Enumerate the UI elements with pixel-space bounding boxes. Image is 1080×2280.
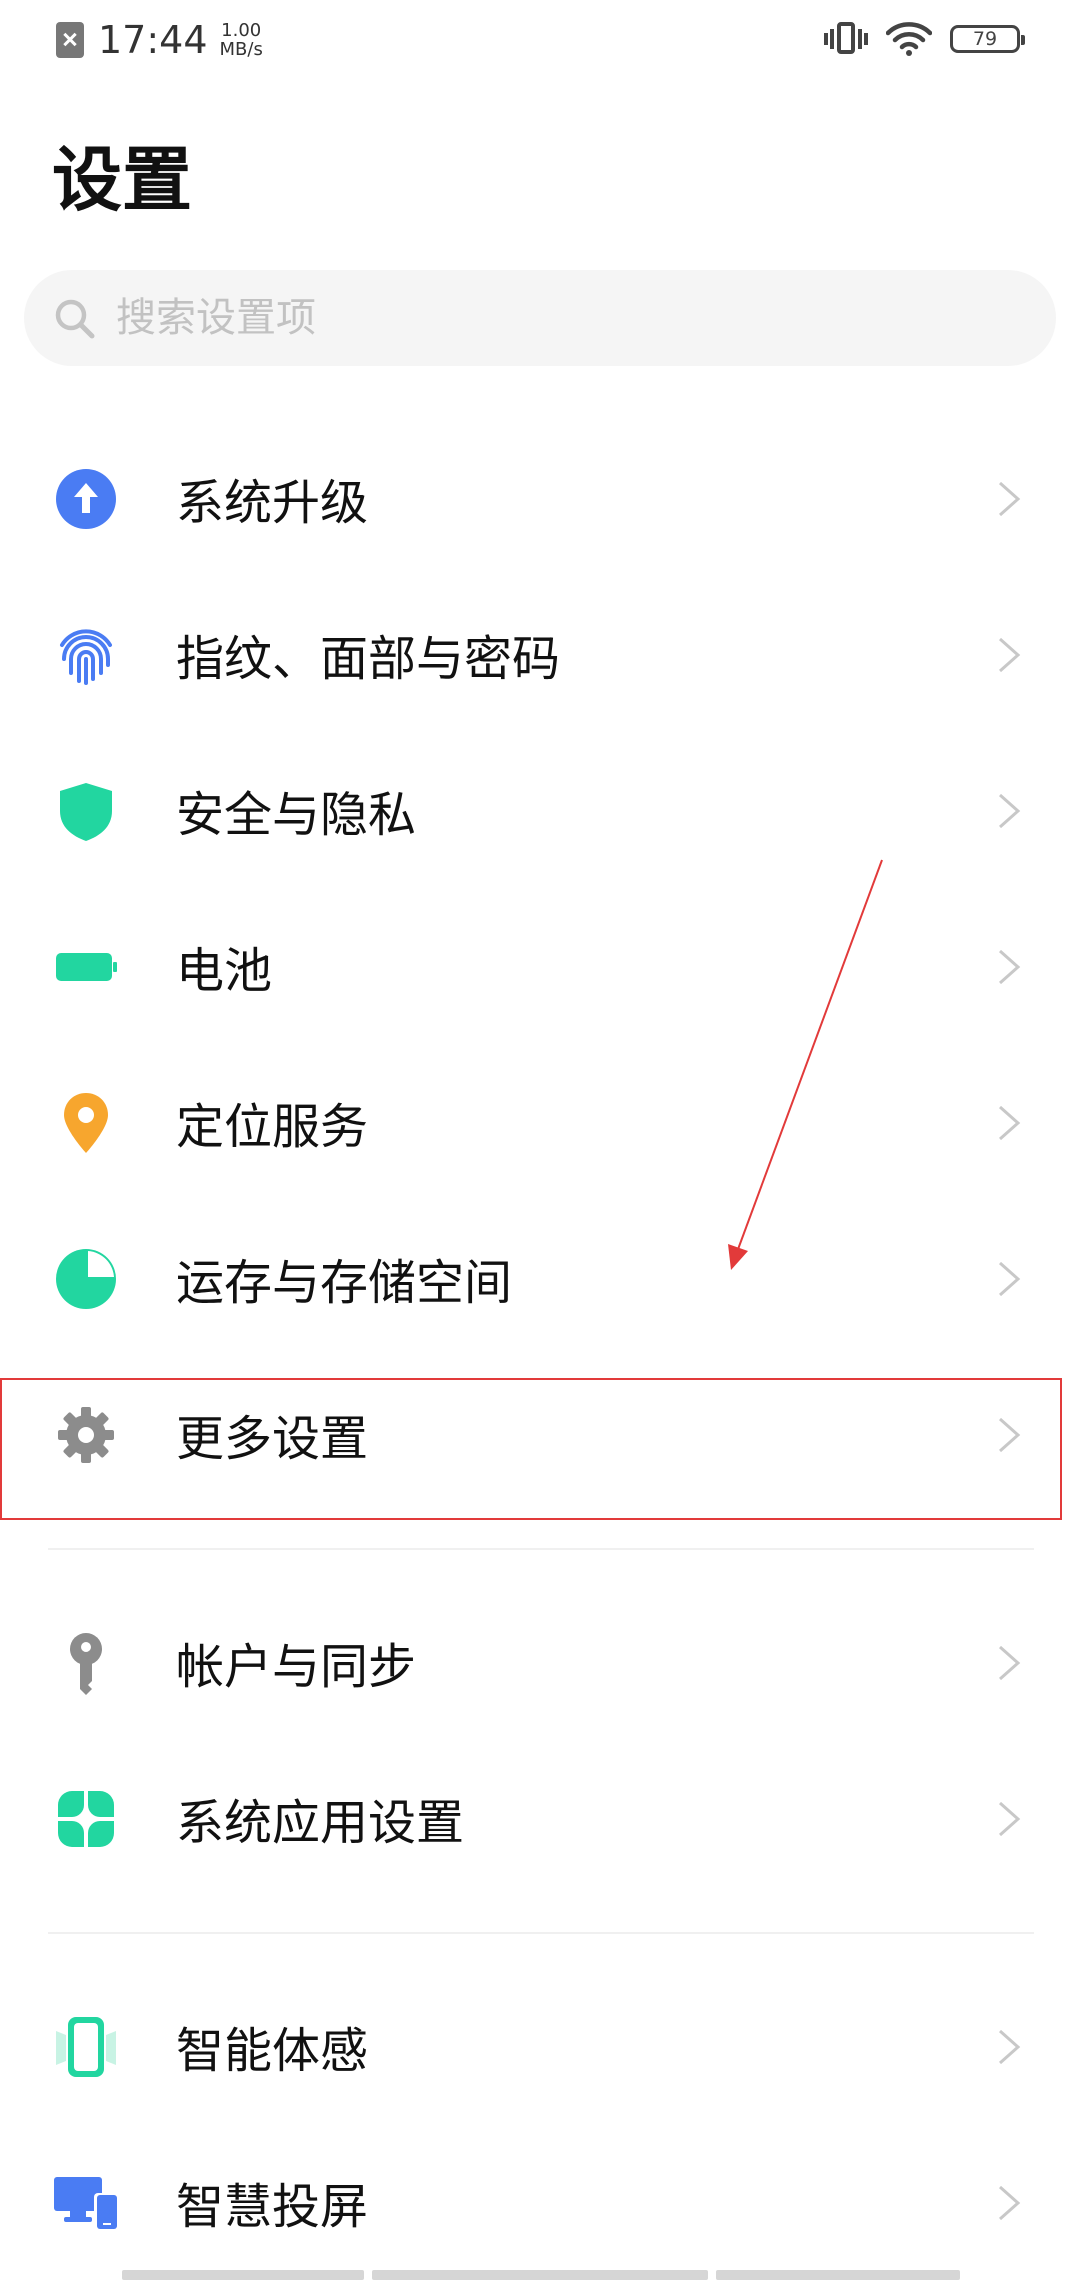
chevron-right-icon bbox=[999, 1417, 1021, 1453]
search-input[interactable] bbox=[114, 294, 918, 342]
smart-motion-icon bbox=[56, 2017, 116, 2077]
wifi-icon bbox=[886, 22, 932, 56]
settings-item-label: 安全与隐私 bbox=[176, 787, 417, 843]
status-bar: 17:44 1.00 MB/s 79 bbox=[0, 0, 1080, 86]
settings-item-label: 系统应用设置 bbox=[176, 1795, 465, 1851]
chevron-right-icon bbox=[999, 1261, 1021, 1297]
search-bar[interactable] bbox=[24, 270, 1056, 366]
settings-item-label: 运存与存储空间 bbox=[176, 1255, 513, 1311]
settings-item-label: 电池 bbox=[176, 943, 273, 999]
vibrate-icon bbox=[824, 22, 868, 56]
screen-cast-icon bbox=[54, 2177, 118, 2231]
system-update-icon bbox=[56, 469, 116, 529]
settings-item-location[interactable]: 定位服务 bbox=[0, 1057, 1080, 1187]
chevron-right-icon bbox=[999, 1801, 1021, 1837]
settings-item-label: 帐户与同步 bbox=[176, 1639, 417, 1695]
search-icon bbox=[55, 299, 95, 339]
settings-item-system-apps[interactable]: 系统应用设置 bbox=[0, 1753, 1080, 1883]
chevron-right-icon bbox=[999, 793, 1021, 829]
storage-pie-icon bbox=[56, 1249, 116, 1309]
bottom-nav-hint bbox=[122, 2270, 364, 2280]
battery-level: 79 bbox=[972, 28, 998, 50]
bottom-nav-hint bbox=[372, 2270, 708, 2280]
settings-item-fingerprint[interactable]: 指纹、面部与密码 bbox=[0, 589, 1080, 719]
settings-item-label: 智能体感 bbox=[176, 2023, 369, 2079]
settings-item-label: 定位服务 bbox=[176, 1099, 369, 1155]
chevron-right-icon bbox=[999, 637, 1021, 673]
location-pin-icon bbox=[64, 1093, 108, 1153]
settings-item-label: 更多设置 bbox=[176, 1411, 369, 1467]
no-sim-icon bbox=[56, 22, 84, 58]
apps-clover-icon bbox=[58, 1791, 114, 1847]
battery-icon: 79 bbox=[950, 25, 1025, 53]
settings-item-smart-motion[interactable]: 智能体感 bbox=[0, 1981, 1080, 2111]
settings-item-battery[interactable]: 电池 bbox=[0, 901, 1080, 1031]
settings-item-accounts-sync[interactable]: 帐户与同步 bbox=[0, 1597, 1080, 1727]
settings-item-label: 指纹、面部与密码 bbox=[176, 631, 561, 687]
chevron-right-icon bbox=[999, 2029, 1021, 2065]
chevron-right-icon bbox=[999, 481, 1021, 517]
settings-item-label: 智慧投屏 bbox=[176, 2179, 369, 2235]
chevron-right-icon bbox=[999, 2185, 1021, 2221]
shield-icon bbox=[60, 783, 112, 841]
settings-item-label: 系统升级 bbox=[176, 475, 369, 531]
gear-icon bbox=[58, 1407, 114, 1463]
settings-item-more-settings[interactable]: 更多设置 bbox=[0, 1369, 1080, 1499]
page-title: 设置 bbox=[52, 139, 192, 221]
section-divider bbox=[48, 1932, 1034, 1934]
settings-item-memory-storage[interactable]: 运存与存储空间 bbox=[0, 1213, 1080, 1343]
chevron-right-icon bbox=[999, 1645, 1021, 1681]
settings-item-screen-cast[interactable]: 智慧投屏 bbox=[0, 2137, 1080, 2267]
section-divider bbox=[48, 1548, 1034, 1550]
status-left: 17:44 1.00 MB/s bbox=[56, 18, 263, 62]
network-speed-value: 1.00 bbox=[221, 20, 262, 41]
bottom-nav-hint bbox=[716, 2270, 960, 2280]
battery-icon bbox=[56, 953, 117, 981]
network-speed: 1.00 MB/s bbox=[220, 21, 263, 59]
settings-item-security-privacy[interactable]: 安全与隐私 bbox=[0, 745, 1080, 875]
settings-item-system-update[interactable]: 系统升级 bbox=[0, 433, 1080, 563]
status-time: 17:44 bbox=[98, 18, 208, 62]
status-right: 79 bbox=[824, 22, 1025, 56]
key-icon bbox=[70, 1633, 102, 1695]
chevron-right-icon bbox=[999, 949, 1021, 985]
fingerprint-icon bbox=[60, 629, 112, 685]
network-speed-unit: MB/s bbox=[219, 39, 263, 60]
chevron-right-icon bbox=[999, 1105, 1021, 1141]
